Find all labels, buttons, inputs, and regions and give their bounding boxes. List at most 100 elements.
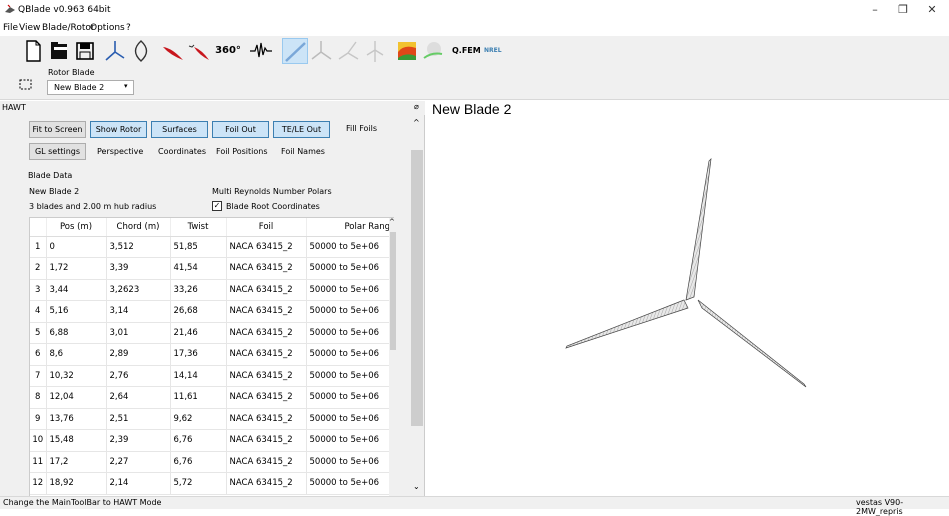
polar-range-cell[interactable]: 50000 to 5e+06 [306,236,393,258]
row-header[interactable]: 1 [30,236,47,258]
row-header[interactable]: 5 [30,322,47,344]
chord-cell[interactable]: 3,2623 [106,279,171,301]
foil-cell[interactable]: NACA 63415_2 [226,300,307,323]
twist-cell[interactable]: 9,62 [170,408,227,430]
polar-360-icon[interactable]: 360° [212,38,244,64]
polar-chart-icon[interactable] [248,38,274,64]
twist-cell[interactable]: 17,36 [170,343,227,366]
pos-cell[interactable]: 5,16 [46,300,107,323]
pos-cell[interactable]: 13,76 [46,408,107,430]
airfoil-design-icon[interactable] [160,38,186,64]
row-header[interactable]: 12 [30,472,47,495]
twist-cell[interactable]: 6,76 [170,451,227,473]
table-row[interactable]: 3 3,44 3,2623 33,26 NACA 63415_2 50000 to 5e+… [30,279,393,301]
polar-range-cell[interactable]: 50000 to 5e+06 [306,343,393,366]
twist-cell[interactable]: 11,61 [170,386,227,409]
fill-foils-button[interactable]: Fill Foils [346,124,377,133]
foil-cell[interactable]: NACA 63415_2 [226,236,307,258]
table-row[interactable]: 12 18,92 2,14 5,72 NACA 63415_2 50000 to 5e+0… [30,472,393,495]
minimize-button[interactable]: – [860,3,890,19]
blade-root-coords-checkbox[interactable]: ✓ [212,201,222,211]
select-region-icon[interactable] [19,79,33,91]
nrel-fast-icon[interactable]: NREL FAST [484,38,516,80]
twist-cell[interactable]: 41,54 [170,257,227,280]
row-header[interactable]: 11 [30,451,47,473]
xfoil-analysis-icon[interactable] [186,38,212,64]
foil-out-button[interactable]: Foil Out [212,121,269,138]
panel-scroll-down-icon[interactable]: ⌄ [413,482,420,491]
foil-cell[interactable]: NACA 63415_2 [226,429,307,452]
menu-view[interactable]: View [19,23,40,33]
pos-cell[interactable]: 3,44 [46,279,107,301]
twist-cell[interactable]: 6,76 [170,429,227,452]
row-header[interactable]: 9 [30,408,47,430]
turbine-simulation-icon[interactable] [362,38,388,64]
polar-range-cell[interactable]: 50000 to 5e+06 [306,365,393,387]
foil-cell[interactable]: NACA 63415_2 [226,408,307,430]
table-row[interactable]: 11 17,2 2,27 6,76 NACA 63415_2 50000 to 5e+06 [30,451,393,473]
row-header[interactable]: 3 [30,279,47,301]
table-row[interactable]: 4 5,16 3,14 26,68 NACA 63415_2 50000 to 5e+06 [30,300,393,323]
chord-cell[interactable]: 2,27 [106,451,171,473]
surfaces-button[interactable]: Surfaces [151,121,208,138]
twist-cell[interactable]: 5,72 [170,472,227,495]
rotor-blade-select[interactable]: New Blade 2 ▾ [47,80,134,95]
table-row[interactable]: 6 8,6 2,89 17,36 NACA 63415_2 50000 to 5e+06 [30,343,393,366]
qfem-icon[interactable]: Q.FEM [452,38,482,64]
gl-settings-button[interactable]: GL settings [29,143,86,160]
row-header[interactable]: 7 [30,365,47,387]
column-header-foil[interactable]: Foil [226,218,307,237]
show-rotor-button[interactable]: Show Rotor [90,121,147,138]
chord-cell[interactable]: 2,89 [106,343,171,366]
open-project-icon[interactable] [46,38,72,64]
corner-cell[interactable] [30,218,47,237]
polar-range-cell[interactable]: 50000 to 5e+06 [306,257,393,280]
twist-cell[interactable]: 33,26 [170,279,227,301]
polar-range-cell[interactable]: 50000 to 5e+06 [306,279,393,301]
table-row[interactable]: 7 10,32 2,76 14,14 NACA 63415_2 50000 to 5e+0… [30,365,393,387]
column-header-twist[interactable]: Twist [170,218,227,237]
foil-cell[interactable]: NACA 63415_2 [226,451,307,473]
column-header-chord[interactable]: Chord (m) [106,218,171,237]
column-header-pos[interactable]: Pos (m) [46,218,107,237]
maximize-button[interactable]: ❐ [888,3,918,19]
foil-cell[interactable]: NACA 63415_2 [226,322,307,344]
menu-file[interactable]: File [3,23,18,33]
table-row[interactable]: 9 13,76 2,51 9,62 NACA 63415_2 50000 to 5e+06 [30,408,393,430]
foil-cell[interactable]: NACA 63415_2 [226,279,307,301]
foil-names-button[interactable]: Foil Names [281,147,325,156]
pos-cell[interactable]: 18,92 [46,472,107,495]
scroll-up-arrow-icon[interactable]: ^ [389,218,395,226]
close-button[interactable]: ✕ [917,3,947,19]
table-row[interactable]: 8 12,04 2,64 11,61 NACA 63415_2 50000 to 5e+0… [30,386,393,409]
pos-cell[interactable]: 1,72 [46,257,107,280]
foil-cell[interactable]: NACA 63415_2 [226,472,307,495]
foil-positions-button[interactable]: Foil Positions [216,147,268,156]
foil-cell[interactable]: NACA 63415_2 [226,365,307,387]
chord-cell[interactable]: 3,512 [106,236,171,258]
twist-cell[interactable]: 21,46 [170,322,227,344]
polar-range-cell[interactable]: 50000 to 5e+06 [306,386,393,409]
polar-range-cell[interactable]: 50000 to 5e+06 [306,451,393,473]
polar-range-cell[interactable]: 50000 to 5e+06 [306,472,393,495]
pos-cell[interactable]: 17,2 [46,451,107,473]
row-header[interactable]: 10 [30,429,47,452]
rotor-simulation-icon[interactable] [308,38,334,64]
fit-to-screen-button[interactable]: Fit to Screen [29,121,86,138]
table-row[interactable]: 5 6,88 3,01 21,46 NACA 63415_2 50000 to 5e+06 [30,322,393,344]
chord-cell[interactable]: 2,64 [106,386,171,409]
chord-cell[interactable]: 3,39 [106,257,171,280]
row-header[interactable]: 2 [30,257,47,280]
row-header[interactable]: 4 [30,300,47,323]
rotor-3d-view[interactable]: New Blade 2 [426,101,949,496]
vawt-mode-icon[interactable] [128,38,154,64]
column-header-polar-range[interactable]: Polar Rang [306,218,393,237]
wind-field-icon[interactable] [394,38,420,64]
foil-cell[interactable]: NACA 63415_2 [226,257,307,280]
table-row[interactable]: 1 0 3,512 51,85 NACA 63415_2 50000 to 5e+06 [30,236,393,258]
chord-cell[interactable]: 3,14 [106,300,171,323]
wake-simulation-icon[interactable] [420,38,446,64]
pos-cell[interactable]: 6,88 [46,322,107,344]
pos-cell[interactable]: 0 [46,236,107,258]
new-project-icon[interactable] [20,38,46,64]
